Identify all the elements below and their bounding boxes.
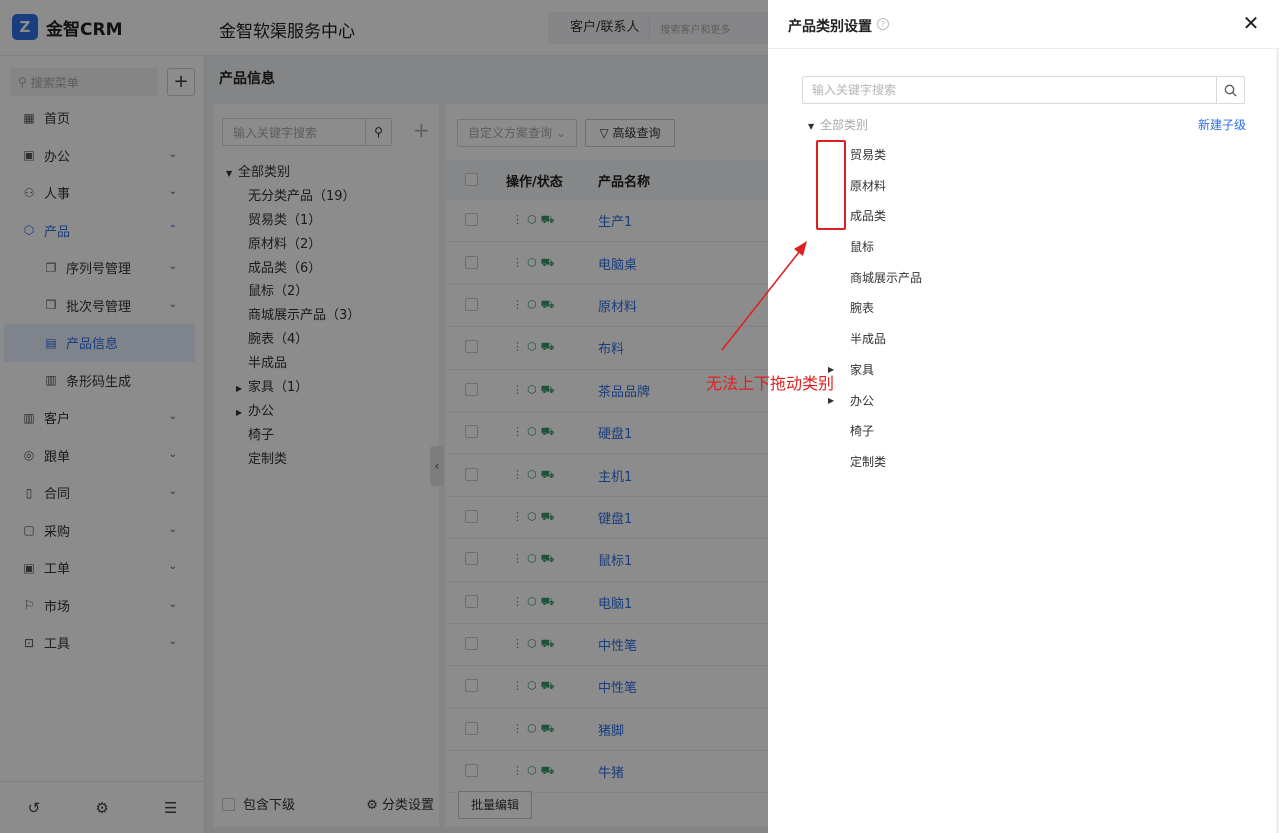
- annotation-highlight-box: [816, 140, 846, 230]
- help-icon[interactable]: ?: [877, 18, 889, 30]
- tree-node-label: 半成品: [850, 332, 887, 347]
- tree-node-label: 成品类: [850, 209, 887, 224]
- drawer-search-input[interactable]: [803, 83, 1216, 97]
- tree-node-label: 原材料: [850, 178, 887, 193]
- scrollbar-track[interactable]: [1276, 49, 1279, 833]
- drawer-header: 产品类别设置 ? ✕: [768, 0, 1280, 49]
- tree-node-mall-display[interactable]: 商城展示产品: [828, 263, 1208, 294]
- drawer-title: 产品类别设置: [788, 19, 872, 35]
- tree-node-raw-material[interactable]: 原材料: [828, 171, 1208, 202]
- category-settings-drawer: 产品类别设置 ? ✕ ▼全部类别 新建子级 贸易类 原材料 成品类 鼠标 商城展…: [768, 0, 1280, 833]
- new-child-link[interactable]: 新建子级: [1198, 116, 1246, 133]
- tree-node-office[interactable]: ▶ 办公: [828, 386, 1208, 417]
- drawer-overlay-mask[interactable]: [0, 0, 768, 833]
- tree-node-label: 腕表: [850, 301, 875, 316]
- tree-node-label: 椅子: [850, 424, 875, 439]
- tree-node-furniture[interactable]: ▶ 家具: [828, 355, 1208, 386]
- tree-node-label: 定制类: [850, 454, 887, 469]
- tree-node-label: 鼠标: [850, 240, 875, 255]
- caret-down-icon[interactable]: ▼: [808, 122, 820, 131]
- close-icon[interactable]: ✕: [1240, 12, 1262, 34]
- tree-node-finished-goods[interactable]: 成品类: [828, 201, 1208, 232]
- drawer-search-field[interactable]: [802, 76, 1245, 104]
- tree-node-label: 办公: [850, 393, 875, 408]
- tree-root-label: 全部类别: [820, 118, 869, 132]
- tree-root-node[interactable]: ▼ 全部类别: [808, 116, 868, 133]
- tree-node-chair[interactable]: 椅子: [828, 416, 1208, 447]
- tree-node-label: 商城展示产品: [850, 270, 923, 285]
- tree-node-label: 家具: [850, 362, 875, 377]
- tree-node-watch[interactable]: 腕表: [828, 293, 1208, 324]
- tree-node-mouse[interactable]: 鼠标: [828, 232, 1208, 263]
- tree-node-label: 贸易类: [850, 148, 887, 162]
- tree-node-custom[interactable]: 定制类: [828, 447, 1208, 478]
- tree-node-semi-finished[interactable]: 半成品: [828, 324, 1208, 355]
- search-icon[interactable]: [1216, 77, 1244, 103]
- drawer-category-tree: 贸易类 原材料 成品类 鼠标 商城展示产品 腕表 半成品 ▶ 家具 ▶ 办公 椅子 …: [828, 140, 1208, 478]
- tree-node-trade[interactable]: 贸易类: [828, 140, 1208, 171]
- annotation-text: 无法上下拖动类别: [706, 374, 835, 393]
